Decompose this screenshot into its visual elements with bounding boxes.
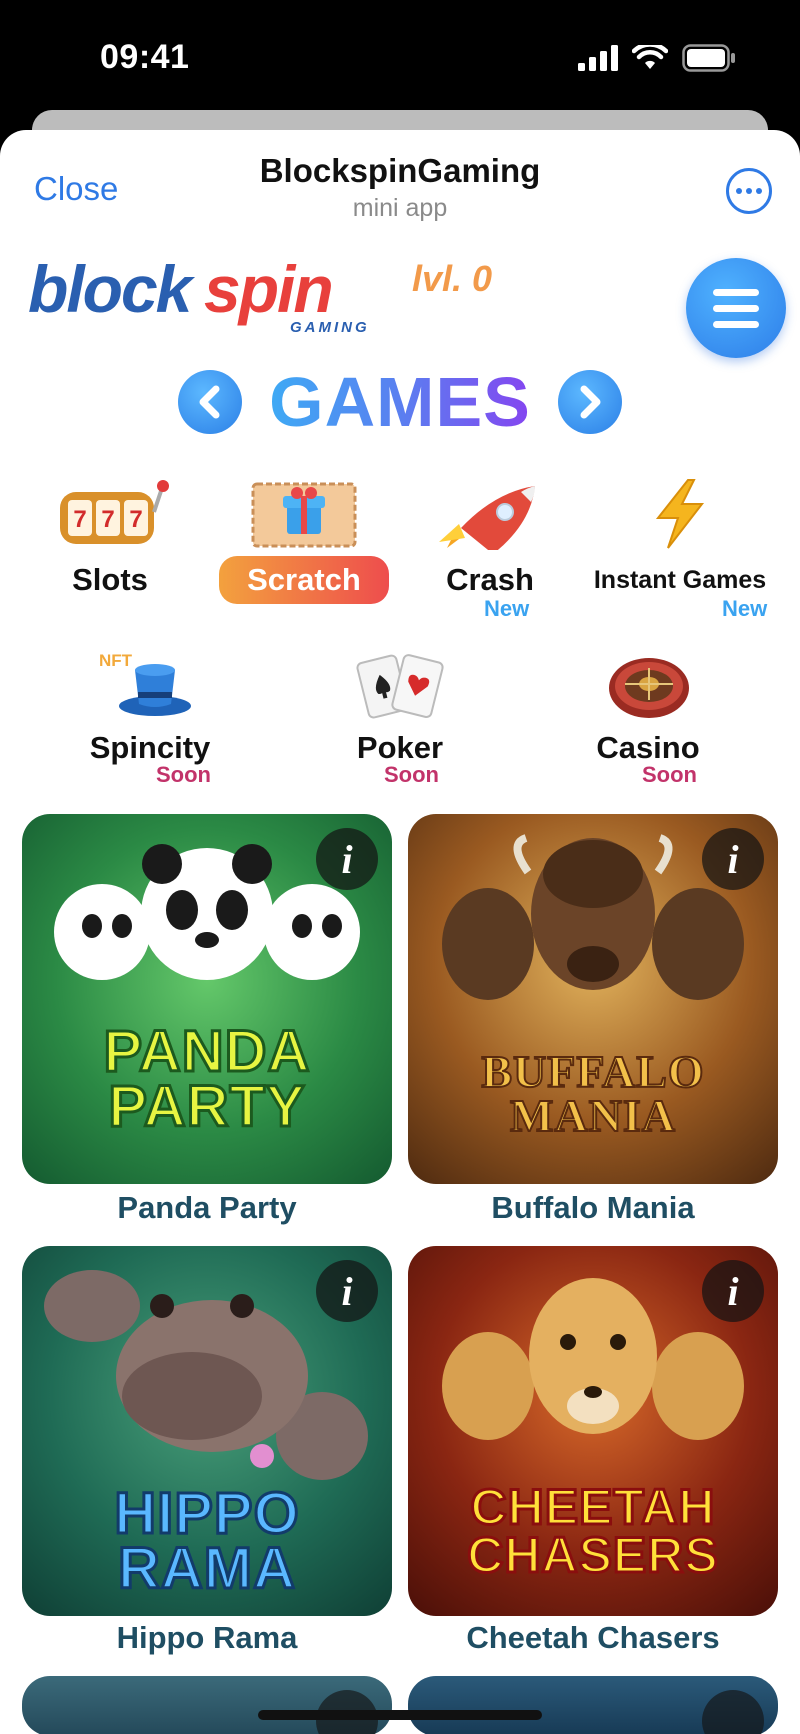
game-name: Panda Party — [117, 1190, 297, 1225]
svg-text:7: 7 — [101, 506, 114, 533]
category-label: Crash — [446, 562, 534, 597]
app-subtitle: mini app — [352, 194, 448, 222]
category-label: Scratch — [219, 556, 389, 604]
art-line: PARTY — [107, 1074, 306, 1140]
info-icon-button[interactable] — [702, 1690, 764, 1734]
more-dot-icon — [736, 188, 742, 194]
game-name: Hippo Rama — [116, 1620, 298, 1655]
chevron-right-icon — [580, 385, 601, 419]
menu-line-icon — [713, 304, 759, 312]
slot-machine-icon: 7 7 7 — [60, 480, 169, 544]
home-indicator[interactable] — [258, 1710, 542, 1720]
art-line: BUFFALO — [480, 1046, 705, 1097]
game-name: Buffalo Mania — [491, 1190, 695, 1225]
svg-text:7: 7 — [73, 506, 86, 533]
art-line: CHASERS — [466, 1526, 719, 1583]
rocket-icon — [439, 486, 535, 550]
category-label: Casino — [596, 730, 700, 765]
category-crash[interactable]: Crash New — [410, 478, 570, 621]
category-spincity[interactable]: NFT Spincity Soon — [70, 648, 230, 787]
next-section-button[interactable] — [558, 370, 622, 434]
nft-tag: NFT — [99, 651, 133, 670]
info-icon-button[interactable]: i — [702, 1260, 764, 1322]
card-art-title: HIPPO RAMA — [22, 1481, 392, 1602]
prev-section-button[interactable] — [178, 370, 242, 434]
section-title: GAMES — [250, 362, 550, 442]
art-line: CHEETAH — [469, 1479, 716, 1535]
game-card-hippo-rama[interactable]: HIPPO RAMA i — [22, 1246, 392, 1616]
game-card-partial[interactable] — [22, 1676, 392, 1734]
category-label: Slots — [72, 562, 148, 597]
blockspin-logo: block spin GAMING — [28, 260, 370, 336]
playing-cards-icon — [356, 654, 444, 719]
category-casino[interactable]: Casino Soon — [568, 648, 728, 787]
category-scratch[interactable]: Scratch — [210, 478, 398, 604]
more-dot-icon — [746, 188, 752, 194]
more-options-button[interactable] — [726, 168, 772, 214]
battery-icon — [682, 44, 735, 72]
art-line: RAMA — [117, 1536, 297, 1602]
scratch-tab-active: Scratch — [210, 556, 398, 604]
status-time: 09:41 — [100, 38, 190, 76]
category-label: Instant Games — [593, 566, 767, 594]
new-badge: New — [722, 596, 768, 621]
status-bar: 09:41 — [0, 0, 800, 118]
soon-badge: Soon — [384, 762, 439, 787]
game-card-partial[interactable] — [408, 1676, 778, 1734]
hamburger-menu-button[interactable] — [686, 258, 786, 358]
app-title: BlockspinGaming — [259, 152, 541, 189]
category-instant-games[interactable]: Instant Games New — [580, 478, 780, 621]
game-card-panda-party[interactable]: PANDA PARTY i — [22, 814, 392, 1184]
scratch-ticket-icon — [251, 482, 357, 548]
player-level: lvl. 0 — [412, 258, 493, 299]
art-line: HIPPO — [113, 1481, 301, 1546]
roulette-icon — [609, 658, 689, 718]
lightning-icon — [655, 479, 705, 549]
logo-gaming-text: GAMING — [290, 319, 370, 336]
menu-line-icon — [713, 320, 759, 328]
logo-spin-text: spin — [204, 260, 332, 326]
game-card-buffalo-mania[interactable]: BUFFALO MANIA i — [408, 814, 778, 1184]
card-art-title: CHEETAH CHASERS — [408, 1479, 778, 1583]
game-card-cheetah-chasers[interactable]: CHEETAH CHASERS i — [408, 1246, 778, 1616]
signal-icon — [578, 45, 618, 71]
category-label: Poker — [356, 730, 444, 765]
game-name: Cheetah Chasers — [466, 1620, 720, 1655]
card-art-title: PANDA PARTY — [22, 1019, 392, 1140]
soon-badge: Soon — [156, 762, 211, 787]
status-icons — [578, 44, 736, 72]
wifi-icon — [632, 45, 668, 69]
category-label: Spincity — [89, 730, 211, 765]
new-badge: New — [484, 596, 530, 621]
chevron-left-icon — [199, 385, 220, 419]
mini-app-sheet: Close BlockspinGaming mini app block spi… — [0, 130, 800, 1734]
art-line: PANDA — [102, 1019, 311, 1084]
info-icon-button[interactable]: i — [316, 1260, 378, 1322]
menu-line-icon — [713, 288, 759, 296]
category-slots[interactable]: 7 7 7 Slots — [30, 478, 190, 598]
more-dot-icon — [756, 188, 762, 194]
card-art-title: BUFFALO MANIA — [408, 1046, 778, 1141]
svg-text:7: 7 — [129, 506, 142, 533]
info-icon-button[interactable]: i — [702, 828, 764, 890]
art-line: MANIA — [509, 1089, 676, 1141]
top-hat-icon: NFT — [99, 651, 191, 716]
logo-block-text: block — [28, 260, 196, 326]
category-poker[interactable]: Poker Soon — [320, 648, 480, 787]
info-icon-button[interactable]: i — [316, 828, 378, 890]
soon-badge: Soon — [642, 762, 697, 787]
